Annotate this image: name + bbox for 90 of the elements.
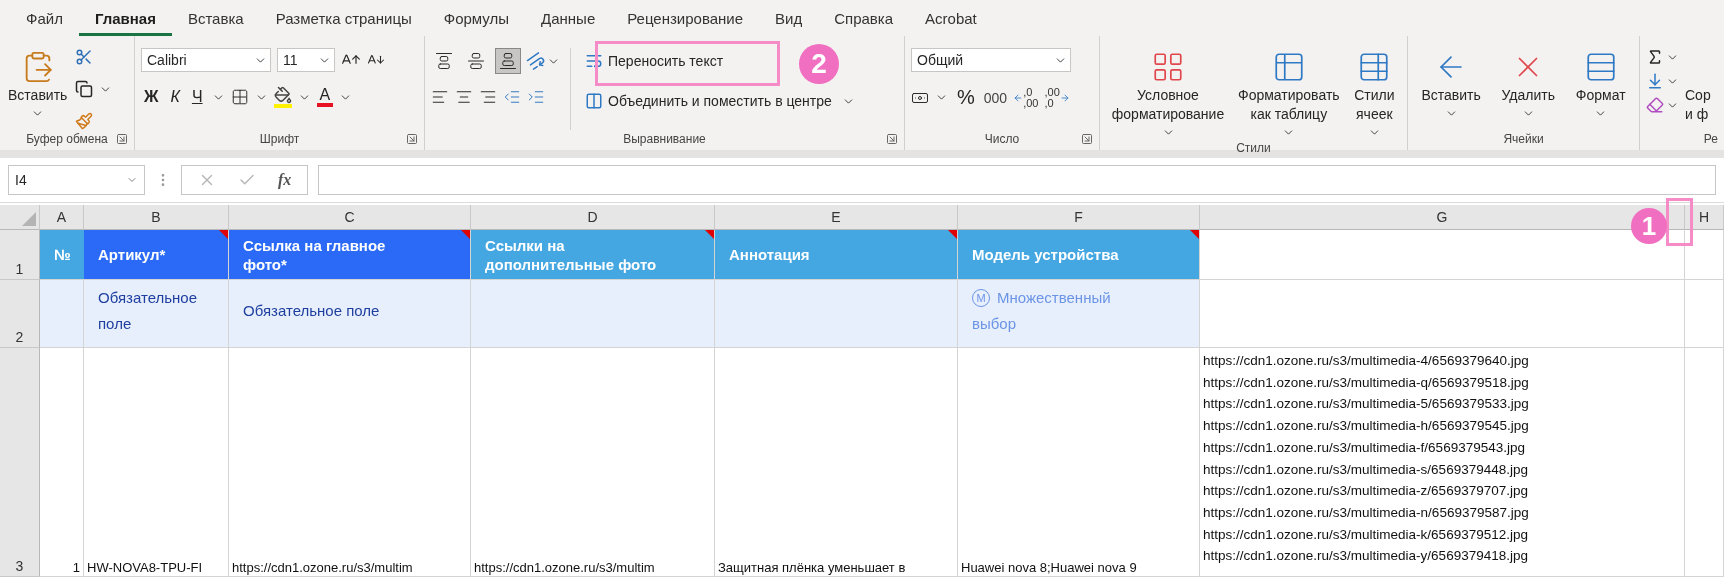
menu-tab[interactable]: Разметка страницы (259, 0, 428, 36)
align-bottom-icon[interactable] (495, 48, 521, 74)
copy-icon[interactable] (75, 80, 94, 98)
arrow-left-icon (1013, 92, 1024, 103)
insert-function-button[interactable]: fx (278, 171, 292, 189)
indent-decrease-icon[interactable] (503, 88, 521, 106)
align-center-icon[interactable] (455, 88, 473, 106)
percent-button[interactable]: % (954, 86, 978, 109)
font-family-select[interactable]: Calibri (141, 48, 271, 72)
cells-button[interactable]: Формат (1573, 48, 1628, 122)
fill-down-icon[interactable] (1646, 72, 1664, 90)
table-cell: M Множественный выбор (958, 280, 1200, 348)
group-label: Стили (1236, 141, 1271, 155)
dialog-launcher-icon[interactable] (116, 133, 128, 145)
table-cell: Обязательное поле (84, 280, 229, 348)
decrease-decimal-button[interactable]: ,00 ,0 (1044, 86, 1070, 109)
menu-tab[interactable]: Данные (525, 0, 612, 36)
table-cell (1685, 230, 1724, 280)
table-cell: Защитная плёнка уменьшает в (715, 348, 958, 577)
increase-decimal-button[interactable]: ,0 ,00 (1013, 86, 1039, 109)
styles-button[interactable]: Стили ячеек (1347, 48, 1401, 141)
group-label: Буфер обмена (26, 132, 108, 146)
align-right-icon[interactable] (479, 88, 497, 106)
column-header[interactable]: D (471, 205, 715, 230)
merge-center-button[interactable]: Объединить и поместить в центре (581, 88, 836, 114)
italic-button[interactable]: К (167, 88, 183, 106)
table-cell: Аннотация (715, 230, 958, 280)
font-color-button[interactable]: A (316, 87, 334, 107)
number-format-select[interactable]: Общий (911, 48, 1071, 72)
group-label: Выравнивание (623, 132, 706, 146)
styles-button[interactable]: Условное форматирование (1106, 48, 1230, 141)
menu-tab[interactable]: Рецензирование (611, 0, 760, 36)
scissors-icon[interactable] (75, 48, 94, 66)
column-header[interactable]: B (84, 205, 229, 230)
menu-tab[interactable]: Вставка (171, 0, 260, 36)
cells-button[interactable]: Вставить (1419, 48, 1483, 122)
wrap-text-icon (585, 52, 603, 70)
thousands-button[interactable]: 000 (983, 89, 1008, 106)
eraser-icon[interactable] (1646, 96, 1664, 114)
borders-icon[interactable] (230, 88, 249, 106)
column-header[interactable]: F (958, 205, 1200, 230)
table-cell: Модель устройства (958, 230, 1200, 280)
group-label: Число (984, 132, 1020, 146)
bold-button[interactable]: Ж (141, 88, 162, 106)
row-header[interactable]: 2 (0, 280, 40, 348)
column-header[interactable]: E (715, 205, 958, 230)
conditional-format-icon (1151, 50, 1185, 84)
row-header[interactable]: 1 (0, 230, 40, 280)
font-size-select[interactable]: 11 (277, 48, 335, 72)
align-left-icon[interactable] (431, 88, 449, 106)
column-header[interactable]: H (1685, 205, 1724, 230)
group-label: Шрифт (259, 132, 300, 146)
table-cell: https://cdn1.ozone.ru/s3/multim (471, 348, 715, 577)
table-cell: Huawei nova 8;Huawei nova 9 (958, 348, 1200, 577)
fill-color-icon[interactable] (273, 86, 292, 108)
table-cell: Ссылки на дополнительные фото (471, 230, 715, 280)
paintbrush-icon[interactable] (75, 112, 94, 130)
dialog-launcher-icon[interactable] (1081, 133, 1093, 145)
name-box[interactable]: I4 (8, 165, 145, 195)
table-cell: HW-NOVA8-TPU-FI (84, 348, 229, 577)
table-cell: Ссылка на главное фото* (229, 230, 471, 280)
table-cell (1685, 280, 1724, 348)
sort-filter-label[interactable]: и ф (1685, 105, 1711, 124)
dialog-launcher-icon[interactable] (886, 133, 898, 145)
column-header[interactable]: A (40, 205, 84, 230)
highlight-frame (1666, 198, 1693, 246)
arrow-right-icon (1059, 92, 1070, 103)
sort-filter-label[interactable]: Сор (1685, 86, 1711, 105)
group-label: Ячейки (1503, 132, 1544, 146)
styles-button[interactable]: Форматировать как таблицу (1236, 48, 1342, 141)
cells-button[interactable]: Удалить (1499, 48, 1557, 122)
group-label: Ре (1703, 132, 1718, 146)
merge-icon (585, 92, 603, 110)
formula-input-field[interactable] (318, 165, 1716, 195)
menu-tab[interactable]: Формулы (427, 0, 526, 36)
table-cell: Артикул* (84, 230, 229, 280)
row-header[interactable]: 3 (0, 348, 40, 577)
underline-button[interactable]: Ч (188, 88, 206, 106)
paste-button[interactable]: Вставить (6, 48, 70, 122)
indent-increase-icon[interactable] (527, 88, 545, 106)
table-cell: https://cdn1.ozone.ru/s3/multim (229, 348, 471, 577)
menu-tab[interactable]: Справка (818, 0, 910, 36)
column-header[interactable]: C (229, 205, 471, 230)
table-cell: https://cdn1.ozone.ru/s3/multimedia-4/6569379640.jpg https://cdn1.ozone.ru/s3/multimedia-q/6569379518.jpg https://cdn1.ozone.ru/s3/multimedia-5/6569379533.jpg https://cdn1.ozone.ru/s3/multimedia-h/6569379545.jpg https://cdn1.ozone.ru/s3/multimedia-f/6569379543.jpg https://cdn1.ozone.ru/s3/multimedia-s/6569379448.jpg https://cdn1.ozone.ru/s3/multimedia-z/6569379707.jpg https://cdn1.ozone.ru/s3/multimedia-n/6569379587.jpg https://cdn1.ozone.ru/s3/multimedia-k/6569379512.jpg https://cdn1.ozone.ru/s3/multimedia-y/6569379418.jpg (1200, 348, 1685, 577)
menu-tab[interactable]: Acrobat (909, 0, 993, 36)
table-cell: Обязательное поле (229, 280, 471, 348)
menu-tab[interactable]: Вид (759, 0, 819, 36)
table-cell: 1 (40, 348, 84, 577)
dialog-launcher-icon[interactable] (406, 133, 418, 145)
menu-tab[interactable]: Файл (10, 0, 79, 36)
